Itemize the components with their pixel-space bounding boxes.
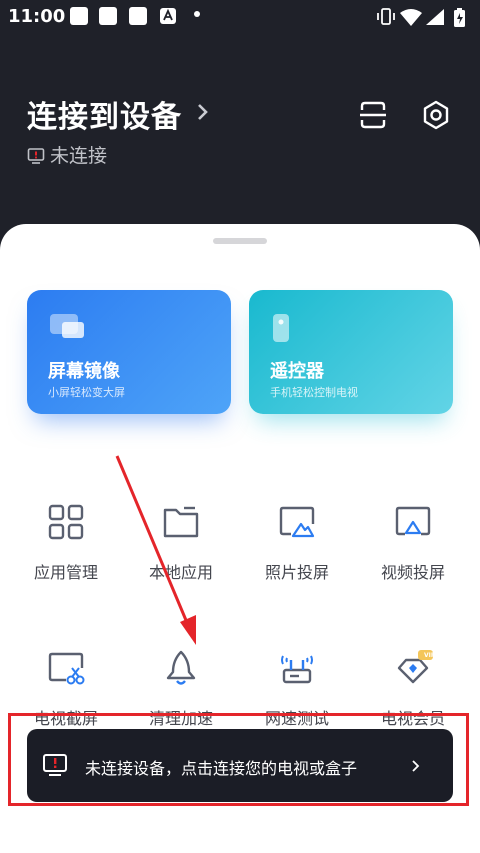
tv-screenshot-icon	[48, 652, 85, 685]
drag-handle[interactable]	[213, 238, 267, 244]
card-title: 屏幕镜像	[48, 361, 120, 382]
wifi-icon	[400, 9, 422, 26]
connect-device-title[interactable]: 连接到设备	[27, 92, 182, 136]
vip-badge: VIP	[424, 652, 436, 659]
grid-item-label: 视频投屏	[380, 563, 445, 582]
screen-mirror-card[interactable]: 屏幕镜像 小屏轻松变大屏	[27, 290, 231, 414]
grid-item-local-apps[interactable]: 本地应用	[126, 502, 236, 583]
more-notifications-dot-icon	[194, 11, 200, 17]
grid-item-label: 应用管理	[33, 563, 98, 582]
a-notification-icon	[160, 8, 176, 24]
signal-icon	[426, 9, 444, 25]
grid-item-photo-cast[interactable]: 照片投屏	[242, 502, 352, 583]
router-icon	[281, 655, 313, 684]
apps-grid-icon	[48, 504, 84, 540]
status-time: 11:00	[8, 6, 66, 27]
video-cast-icon	[395, 506, 431, 536]
folder-icon	[163, 506, 199, 538]
status-bar: 11:00	[0, 0, 480, 34]
settings-icon[interactable]	[419, 98, 453, 132]
screen-mirror-icon	[50, 314, 84, 338]
app-notification-icon	[129, 7, 147, 25]
connection-status-text: 未连接	[50, 145, 108, 167]
remote-control-icon	[273, 314, 289, 342]
grid-item-label: 本地应用	[148, 563, 213, 582]
grid-item-label: 照片投屏	[264, 563, 329, 582]
highlight-box-annotation	[8, 713, 469, 806]
app-notification-icon	[70, 7, 88, 25]
battery-icon	[454, 8, 465, 27]
vibrate-icon	[377, 8, 395, 25]
card-subtitle: 手机轻松控制电视	[270, 386, 358, 399]
tv-icon	[27, 148, 45, 164]
grid-item-video-cast[interactable]: 视频投屏	[358, 502, 468, 583]
chevron-right-icon[interactable]	[196, 102, 210, 122]
photo-cast-icon	[279, 506, 315, 538]
rocket-icon	[166, 650, 196, 685]
scan-icon[interactable]	[356, 98, 390, 132]
remote-control-card[interactable]: 遥控器 手机轻松控制电视	[249, 290, 453, 414]
card-subtitle: 小屏轻松变大屏	[48, 386, 125, 399]
card-title: 遥控器	[270, 361, 324, 382]
app-notification-icon	[99, 7, 117, 25]
system-status-icons	[377, 8, 465, 27]
connection-status: 未连接	[27, 141, 107, 168]
grid-item-app-management[interactable]: 应用管理	[11, 502, 121, 583]
